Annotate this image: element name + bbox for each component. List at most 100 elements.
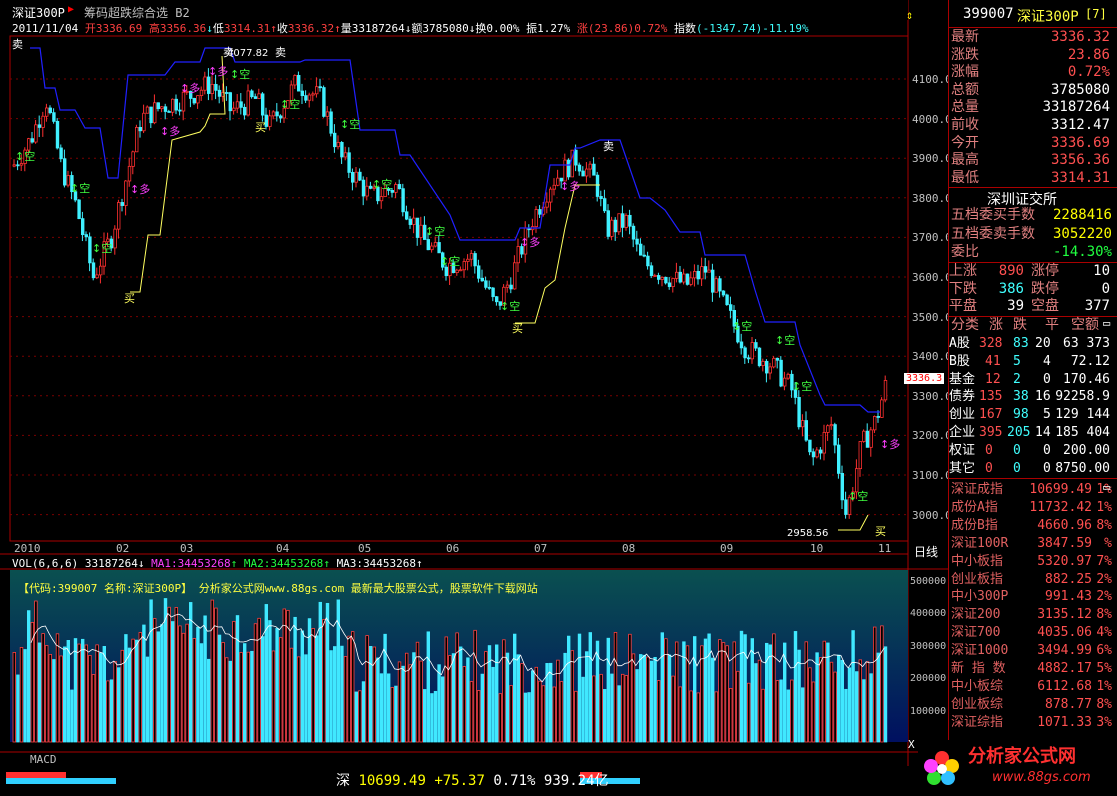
info-chg: (23.86)0.72%	[587, 22, 668, 35]
index-item[interactable]: 创业板指 882.25 2%	[949, 571, 1116, 589]
volume-bar	[221, 642, 225, 743]
formula-name[interactable]: 筹码超跌综合选 B2	[84, 4, 190, 21]
scroll-up-icon[interactable]: ⇕	[906, 8, 913, 22]
index-item[interactable]: 深证200 3135.12 8%	[949, 606, 1116, 624]
index-item[interactable]: 中小板综 6112.68 1%	[949, 678, 1116, 696]
volume-bar	[696, 692, 700, 743]
period-label[interactable]: 日线	[914, 543, 938, 560]
index-item[interactable]: 深证700 4035.06 4%	[949, 624, 1116, 642]
candle-body	[340, 141, 344, 158]
index-item[interactable]: 新 指 数 4882.17 5%	[949, 660, 1116, 678]
index-item[interactable]: 深证1000 3494.99 6%	[949, 642, 1116, 660]
index-item[interactable]: 成份B指 4660.96 8%	[949, 517, 1116, 535]
date-tick-label: 06	[446, 542, 460, 555]
volume-bar	[541, 685, 546, 743]
candle-body	[178, 109, 182, 112]
volume-bar	[354, 691, 358, 743]
ma3-label: MA3:	[336, 557, 364, 570]
info-high: 3356.36	[159, 22, 207, 35]
chart-area[interactable]: 卖卖卖卖买买买买 ↕空 ↕空 ↕空 ↕空 ↕空 ↕空 ↕空 ↕空 ↕空 ↕空 ↕空 ↕空 ↕空 ↕空 ↕多 ↕多…	[0, 0, 952, 796]
watermark-url: www.88gs.com	[992, 770, 1091, 785]
index-item[interactable]: 深证成指 10699.49 1%	[949, 481, 1116, 499]
stock-code-label[interactable]: 深证300P	[12, 4, 65, 21]
up-arrow-icon: ↑	[334, 22, 341, 35]
volume-bar	[552, 686, 556, 743]
candle-body	[278, 115, 283, 119]
volume-bar	[149, 599, 153, 743]
volume-bar	[293, 616, 297, 743]
volume-bar	[574, 690, 578, 743]
quote-row: 最低 3314.31	[949, 169, 1116, 188]
flower-logo-icon	[924, 751, 959, 785]
macd-label[interactable]: MACD	[30, 753, 57, 766]
volume-bar	[300, 630, 304, 743]
volume-bar	[55, 633, 60, 743]
info-vol: 33187264	[351, 22, 405, 35]
volume-bar	[559, 681, 564, 743]
volume-bar	[45, 645, 49, 743]
candle-body	[430, 245, 434, 251]
index-item[interactable]: 中小板指 5320.97 7%	[949, 553, 1116, 571]
volume-bar	[102, 646, 106, 743]
volume-bar	[210, 599, 214, 743]
category-flat: 4	[1043, 353, 1051, 369]
index-item[interactable]: 成份A指 11732.42 1%	[949, 499, 1116, 517]
divider	[949, 187, 1117, 188]
index-item[interactable]: 深证100R 3847.59%	[949, 535, 1116, 553]
candle-body	[462, 261, 466, 271]
volume-bar	[840, 659, 844, 743]
index-item[interactable]: 创业板综 878.77 8%	[949, 696, 1116, 714]
volume-bar	[426, 631, 430, 743]
volume-bar	[91, 674, 96, 743]
candle-body	[657, 275, 661, 280]
candle-body	[487, 286, 492, 289]
index-item[interactable]: 深证综指 1071.33 3%	[949, 714, 1116, 732]
volume-bar	[106, 680, 110, 743]
candle-body	[84, 234, 88, 238]
formula-arrow-icon[interactable]: ▶	[68, 4, 74, 15]
candle-body	[397, 184, 402, 190]
candle-body	[567, 159, 571, 178]
candle-body	[649, 265, 654, 276]
order-label: 委比	[951, 244, 979, 260]
volume-bar	[81, 638, 85, 743]
candle-body	[484, 280, 488, 288]
volume-bar	[531, 670, 535, 743]
category-header-cell: 分类	[951, 317, 979, 333]
candle-body	[300, 90, 304, 97]
volume-bar	[556, 659, 560, 743]
volume-bar	[811, 681, 816, 743]
candle-body	[577, 164, 582, 172]
candle-body	[203, 76, 207, 91]
volume-bar	[750, 638, 754, 743]
volume-bar	[808, 667, 812, 743]
expand-icon[interactable]: ▭	[1103, 480, 1110, 494]
index-pct: 6%	[1096, 643, 1112, 659]
candle-body	[783, 377, 787, 387]
ticker-change: +75.37	[434, 773, 485, 789]
close-icon[interactable]: X	[908, 738, 915, 751]
volume-bar	[296, 656, 301, 743]
category-up: 328	[979, 336, 1003, 351]
price-tick-label: 3700.0	[912, 231, 952, 245]
market-ticker: 深 10699.49 +75.37 0.71% 939.24亿	[336, 770, 609, 790]
volume-bar	[613, 632, 618, 743]
volume-bar	[343, 656, 348, 743]
candle-body	[99, 265, 103, 276]
volume-bar	[631, 653, 636, 743]
kline-canvas[interactable]: 卖卖 卖卖买买买买↕空↕空↕空↕空↕空↕空↕空↕空↕空↕空↕空↕空↕空↕空↕多↕多…	[0, 0, 948, 796]
short-signal: ↕空	[15, 149, 35, 163]
candle-body	[581, 170, 585, 177]
candle-body	[325, 111, 330, 117]
index-item[interactable]: 中小300P 991.43 2%	[949, 588, 1116, 606]
panel-suffix: [7]	[1085, 7, 1107, 21]
candle-body	[63, 158, 67, 186]
candle-body	[12, 164, 16, 167]
candle-body	[152, 102, 157, 124]
volume-tick-label: 500000	[910, 576, 947, 587]
short-signal: ↕空	[372, 177, 392, 191]
candle-body	[552, 184, 556, 190]
volume-bar	[206, 658, 211, 743]
updown-value: 10	[1093, 263, 1110, 279]
expand-icon[interactable]: ▭	[1103, 316, 1110, 330]
